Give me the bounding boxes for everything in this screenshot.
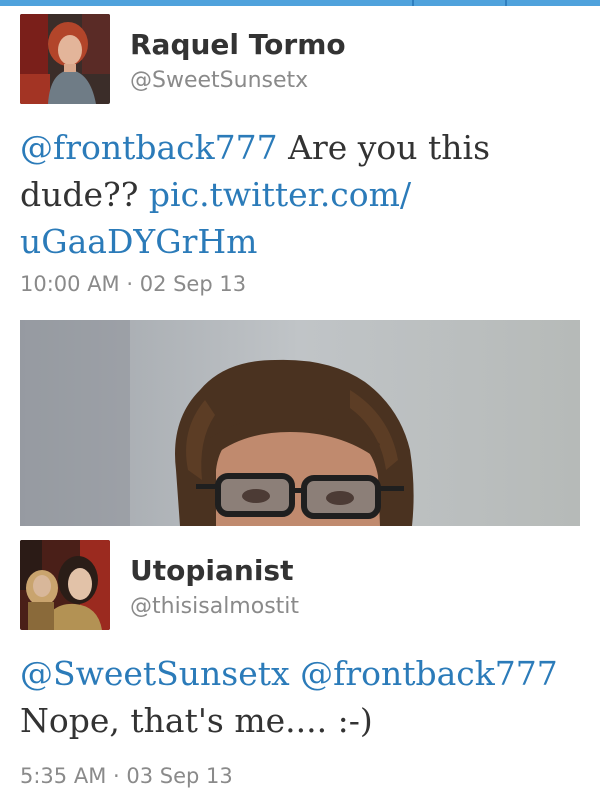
username[interactable]: @SweetSunsetx (130, 68, 308, 93)
attached-photo[interactable] (20, 320, 580, 526)
avatar-photo (20, 540, 110, 630)
mention-link[interactable]: @frontback777 (20, 128, 278, 167)
top-bar-divider (412, 0, 414, 6)
media-link[interactable]: uGaaDYGrHm (20, 222, 257, 261)
username[interactable]: @thisisalmostit (130, 594, 299, 619)
display-name[interactable]: Utopianist (130, 554, 293, 587)
timestamp[interactable]: 5:35 AM · 03 Sep 13 (20, 764, 233, 788)
media-link[interactable]: pic.twitter.com/ (149, 175, 411, 214)
tweet-text: @frontback777 Are you this dude?? pic.tw… (20, 124, 580, 265)
mention-link[interactable]: @frontback777 (300, 654, 558, 693)
top-accent-bar (0, 0, 600, 6)
tweet-text: @SweetSunsetx @frontback777 Nope, that's … (20, 650, 580, 744)
tweet-text-fragment (290, 654, 301, 693)
tweet-text-fragment: Nope, that's me.... :-) (20, 701, 373, 740)
timestamp[interactable]: 10:00 AM · 02 Sep 13 (20, 272, 246, 296)
top-bar-divider (505, 0, 507, 6)
photo-image (20, 320, 580, 526)
mention-link[interactable]: @SweetSunsetx (20, 654, 290, 693)
display-name[interactable]: Raquel Tormo (130, 28, 346, 61)
avatar-photo (20, 14, 110, 104)
avatar[interactable] (20, 540, 110, 630)
avatar[interactable] (20, 14, 110, 104)
